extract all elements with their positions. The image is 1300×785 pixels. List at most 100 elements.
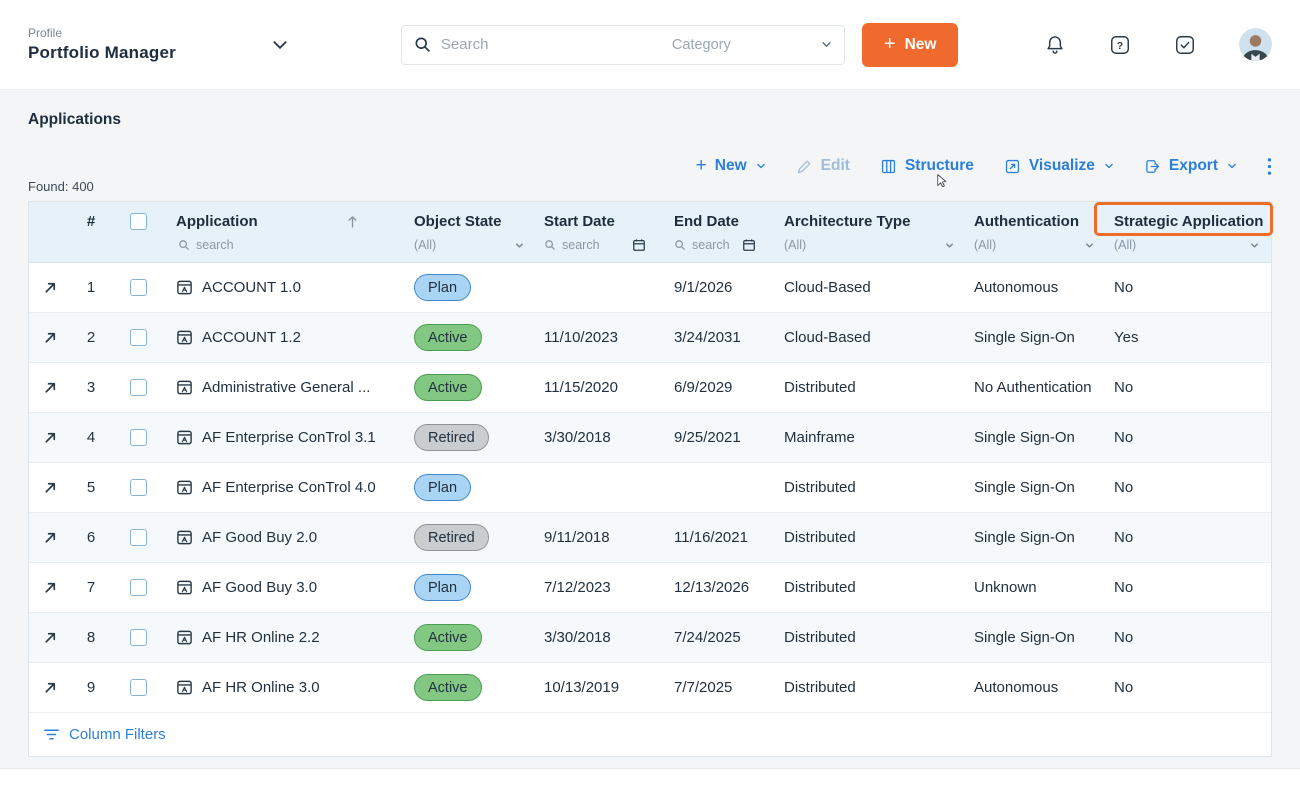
category-dropdown[interactable]: Category [672, 37, 832, 53]
row-checkbox[interactable] [130, 329, 147, 346]
start-date-filter-input[interactable]: search [536, 234, 666, 262]
app-header: Profile Portfolio Manager Category + New… [0, 0, 1300, 90]
application-filter-input[interactable]: search [166, 234, 406, 262]
object-state-cell: Active [406, 624, 536, 651]
open-in-new-icon[interactable] [43, 530, 58, 545]
search-icon [544, 239, 556, 251]
row-checkbox[interactable] [130, 379, 147, 396]
help-icon[interactable]: ? [1109, 34, 1131, 56]
toolbar-edit-button[interactable]: Edit [796, 157, 850, 175]
notifications-bell-icon[interactable] [1044, 34, 1066, 56]
profile-selector[interactable]: Profile Portfolio Manager [28, 26, 289, 63]
end-date-filter-input[interactable]: search [666, 234, 776, 262]
user-avatar[interactable] [1239, 28, 1272, 61]
search-input[interactable] [441, 36, 662, 53]
column-header-start-date[interactable]: Start Date [536, 202, 666, 234]
filter-checkbox [111, 234, 166, 262]
calendar-icon[interactable] [632, 238, 646, 252]
chevron-down-icon [945, 241, 954, 250]
row-number: 2 [71, 329, 111, 346]
open-row-cell [29, 630, 71, 645]
architecture-type-cell: Distributed [776, 379, 966, 396]
more-options-icon[interactable] [1267, 157, 1272, 176]
column-header-authentication[interactable]: Authentication [966, 202, 1106, 234]
row-number: 5 [71, 479, 111, 496]
object-state-cell: Active [406, 674, 536, 701]
authentication-filter-dropdown[interactable]: (All) [966, 234, 1106, 262]
chevron-down-icon [821, 39, 832, 50]
new-button[interactable]: + New [862, 23, 959, 67]
profile-label: Profile [28, 26, 176, 40]
open-in-new-icon[interactable] [43, 580, 58, 595]
calendar-icon[interactable] [742, 238, 756, 252]
toolbar-export-button[interactable]: Export [1144, 157, 1237, 175]
status-badge: Active [414, 624, 482, 651]
architecture-type-filter-dropdown[interactable]: (All) [776, 234, 966, 262]
pencil-icon [796, 158, 813, 175]
open-in-new-icon[interactable] [43, 680, 58, 695]
open-row-cell [29, 530, 71, 545]
application-name-cell[interactable]: AF HR Online 3.0 [166, 679, 406, 696]
row-checkbox[interactable] [130, 579, 147, 596]
open-in-new-icon[interactable] [43, 280, 58, 295]
application-name-cell[interactable]: AF Good Buy 2.0 [166, 529, 406, 546]
open-in-new-icon[interactable] [43, 430, 58, 445]
strategic-application-cell: No [1106, 579, 1271, 596]
application-icon [176, 679, 193, 696]
toolbar-new-button[interactable]: + New [696, 155, 766, 177]
table-row: 9 AF HR Online 3.0 Active 10/13/2019 7/7… [29, 663, 1271, 713]
toolbar-structure-button[interactable]: Structure [880, 157, 974, 175]
column-header-architecture-type[interactable]: Architecture Type [776, 202, 966, 234]
object-state-filter-dropdown[interactable]: (All) [406, 234, 536, 262]
column-header-object-state[interactable]: Object State [406, 202, 536, 234]
strategic-application-cell: Yes [1106, 329, 1271, 346]
column-header-end-date[interactable]: End Date [666, 202, 776, 234]
chevron-down-icon [271, 36, 289, 54]
end-date-cell: 7/7/2025 [666, 679, 776, 696]
select-all-checkbox[interactable] [130, 213, 147, 230]
column-header-number[interactable]: # [71, 202, 111, 234]
open-in-new-icon[interactable] [43, 630, 58, 645]
end-date-cell: 6/9/2029 [666, 379, 776, 396]
open-in-new-icon[interactable] [43, 480, 58, 495]
column-header-strategic-application[interactable]: Strategic Application [1106, 202, 1271, 234]
application-name-cell[interactable]: AF Enterprise ConTrol 4.0 [166, 479, 406, 496]
row-number: 4 [71, 429, 111, 446]
filter-expand [29, 234, 71, 262]
chevron-down-icon [1227, 161, 1237, 171]
toolbar-visualize-button[interactable]: Visualize [1004, 157, 1114, 175]
open-in-new-icon[interactable] [43, 380, 58, 395]
check-square-icon[interactable] [1174, 34, 1196, 56]
application-name-cell[interactable]: AF Good Buy 3.0 [166, 579, 406, 596]
strategic-application-cell: No [1106, 379, 1271, 396]
row-number: 9 [71, 679, 111, 696]
row-checkbox[interactable] [130, 529, 147, 546]
authentication-cell: No Authentication [966, 379, 1106, 396]
table-row: 5 AF Enterprise ConTrol 4.0 Plan Distrib… [29, 463, 1271, 513]
object-state-cell: Active [406, 374, 536, 401]
strategic-application-filter-dropdown[interactable]: (All) [1106, 234, 1271, 262]
table-filter-row: search (All) search search (All) (Al [29, 234, 1271, 263]
authentication-cell: Single Sign-On [966, 529, 1106, 546]
open-in-new-icon[interactable] [43, 330, 58, 345]
application-name: AF HR Online 3.0 [202, 679, 320, 696]
sort-ascending-icon[interactable] [347, 215, 358, 228]
columns-icon [880, 158, 897, 175]
application-name-cell[interactable]: AF HR Online 2.2 [166, 629, 406, 646]
application-name-cell[interactable]: ACCOUNT 1.0 [166, 279, 406, 296]
row-checkbox[interactable] [130, 679, 147, 696]
architecture-type-cell: Distributed [776, 679, 966, 696]
column-header-application[interactable]: Application [166, 202, 406, 234]
row-checkbox-cell [111, 679, 166, 696]
application-name-cell[interactable]: ACCOUNT 1.2 [166, 329, 406, 346]
object-state-cell: Retired [406, 424, 536, 451]
object-state-cell: Plan [406, 574, 536, 601]
row-checkbox[interactable] [130, 429, 147, 446]
row-checkbox[interactable] [130, 479, 147, 496]
column-filters-toggle[interactable]: Column Filters [29, 713, 1271, 756]
row-checkbox[interactable] [130, 629, 147, 646]
table-row: 6 AF Good Buy 2.0 Retired 9/11/2018 11/1… [29, 513, 1271, 563]
row-checkbox[interactable] [130, 279, 147, 296]
application-name-cell[interactable]: AF Enterprise ConTrol 3.1 [166, 429, 406, 446]
application-name-cell[interactable]: Administrative General ... [166, 379, 406, 396]
